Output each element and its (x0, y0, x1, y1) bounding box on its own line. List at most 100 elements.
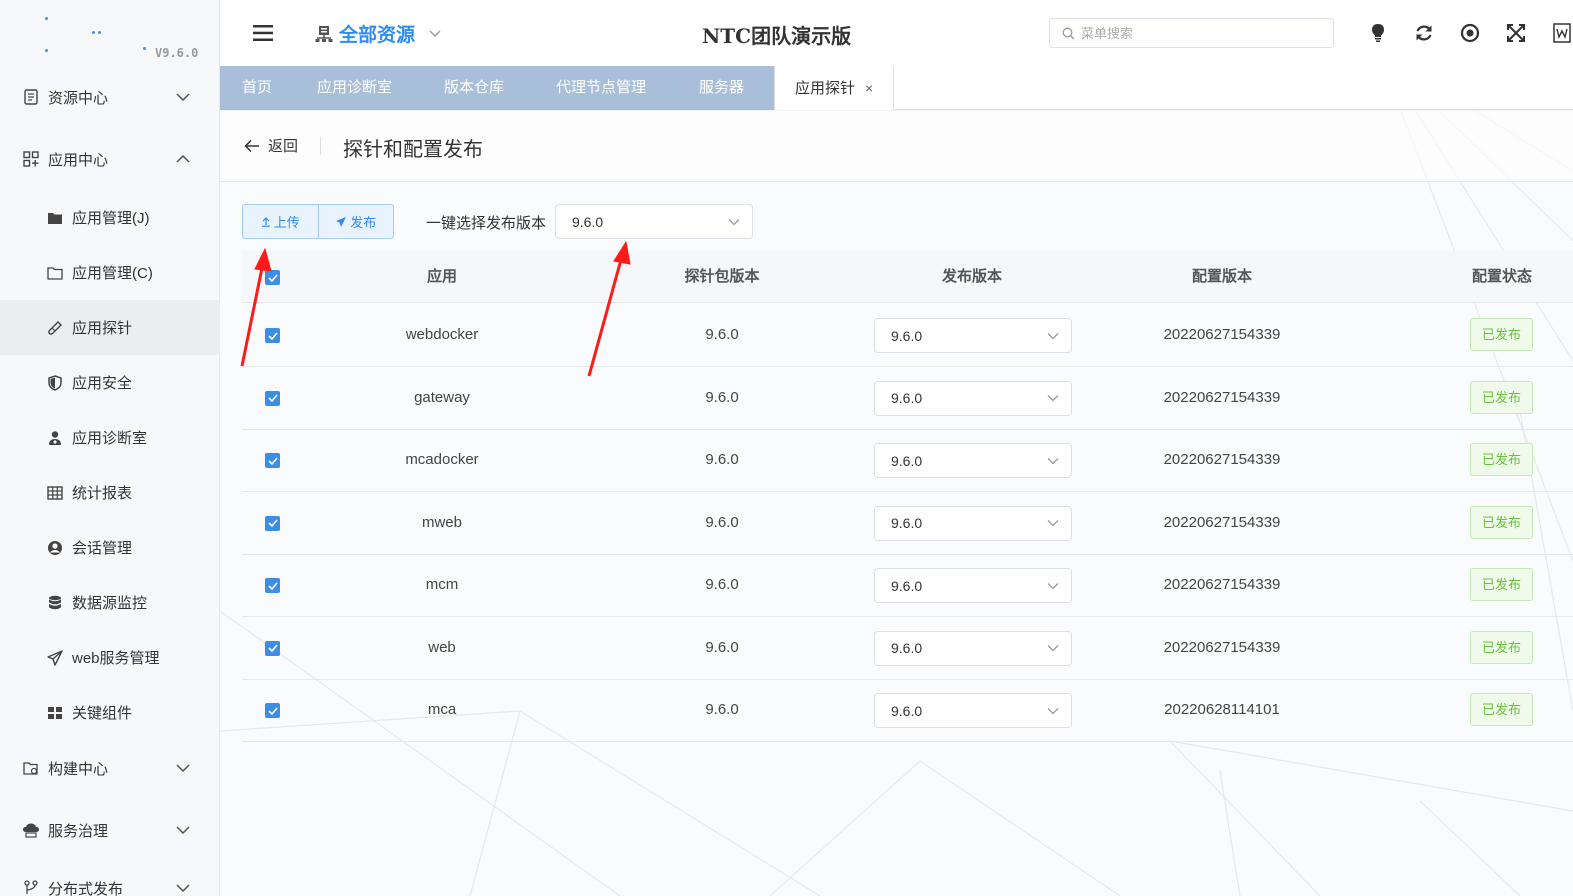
menu-distributed-publish[interactable]: 分布式发布 (0, 866, 220, 896)
fullscreen-icon[interactable] (1504, 21, 1528, 45)
cell-probe-version: 9.6.0 (705, 513, 739, 531)
chevron-down-icon (176, 826, 190, 834)
tab-label: 应用探针 (795, 80, 856, 97)
menu-app-manage-j[interactable]: 应用管理(J) (0, 190, 220, 245)
menu-search[interactable] (1049, 18, 1334, 48)
bulb-icon[interactable] (1366, 21, 1390, 45)
publish-button[interactable]: 发布 (317, 205, 394, 238)
select-value: 9.6.0 (891, 577, 923, 594)
status-badge: 已发布 (1470, 693, 1533, 726)
col-app: 应用 (426, 268, 457, 285)
hamburger-icon[interactable] (253, 24, 273, 42)
build-icon (22, 759, 40, 777)
col-config-version: 配置版本 (1191, 268, 1252, 285)
select-value: 9.6.0 (891, 327, 923, 344)
menu-label: 分布式发布 (48, 880, 124, 896)
tab-server[interactable]: 服务器 (699, 66, 744, 110)
menu-app-security[interactable]: 应用安全 (0, 355, 220, 410)
row-checkbox[interactable] (265, 703, 280, 718)
row-checkbox[interactable] (265, 453, 280, 468)
table-row: webdocker 9.6.0 9.6.0 20220627154339 已发布 (242, 304, 1573, 367)
menu-label: 关键组件 (72, 705, 133, 722)
table-row: mweb 9.6.0 9.6.0 20220627154339 已发布 (242, 492, 1573, 555)
menu-key-components[interactable]: 关键组件 (0, 685, 220, 740)
onekey-version-select[interactable]: 9.6.0 (555, 204, 753, 239)
publish-version-select[interactable]: 9.6.0 (874, 443, 1072, 478)
publish-version-select[interactable]: 9.6.0 (874, 630, 1072, 666)
upload-button[interactable]: 上传 (243, 205, 318, 238)
menu-resource-center[interactable]: 资源中心 (0, 75, 220, 119)
row-checkbox[interactable] (265, 640, 280, 656)
send-icon (336, 216, 347, 227)
target-icon[interactable] (1458, 21, 1482, 45)
doctor-icon (46, 429, 64, 447)
status-badge: 已发布 (1470, 318, 1533, 351)
table-row: web 9.6.0 9.6.0 20220627154339 已发布 (242, 617, 1573, 680)
folder-outline-icon (46, 264, 64, 282)
row-checkbox[interactable] (265, 328, 280, 343)
user-icon (46, 539, 64, 557)
table-row: mcadocker 9.6.0 9.6.0 20220627154339 已发布 (242, 429, 1573, 492)
menu-app-manage-c[interactable]: 应用管理(C) (0, 245, 220, 300)
tab-app-diagnosis[interactable]: 应用诊断室 (317, 66, 392, 110)
table-row: mca 9.6.0 9.6.0 20220628114101 已发布 (242, 679, 1573, 742)
menu-app-probe[interactable]: 应用探针 (0, 300, 220, 355)
menu-datasource[interactable]: 数据源监控 (0, 575, 220, 630)
word-doc-icon[interactable] (1550, 21, 1573, 45)
menu-session[interactable]: 会话管理 (0, 520, 220, 575)
select-value: 9.6.0 (572, 213, 604, 230)
select-value: 9.6.0 (891, 515, 923, 531)
cell-config-version: 20220627154339 (1163, 388, 1281, 406)
chevron-down-icon (1047, 457, 1059, 464)
menu-build-center[interactable]: 构建中心 (0, 746, 220, 790)
menu-label: 服务治理 (48, 822, 109, 840)
tab-version-repo[interactable]: 版本仓库 (444, 66, 504, 110)
menu-statistics[interactable]: 统计报表 (0, 465, 220, 520)
tab-home[interactable]: 首页 (242, 66, 272, 110)
database-icon (46, 594, 64, 612)
sidebar: V9.6.0 资源中心 应用中心 应用管理(J) 应用管理(C) 应用探针 应用… (0, 0, 220, 896)
cell-config-version: 20220627154339 (1163, 326, 1281, 343)
cell-app: gateway (414, 388, 470, 406)
upload-label: 上传 (273, 215, 300, 230)
status-badge: 已发布 (1470, 568, 1533, 601)
publish-version-select[interactable]: 9.6.0 (874, 568, 1072, 603)
cell-app: webdocker (405, 326, 479, 343)
refresh-icon[interactable] (1412, 21, 1436, 45)
chevron-down-icon (1047, 395, 1059, 402)
table-header: 应用 探针包版本 发布版本 配置版本 配置状态 (242, 251, 1573, 303)
menu-service-governance[interactable]: 服务治理 (0, 808, 220, 852)
back-label: 返回 (268, 138, 299, 155)
close-icon[interactable]: × (865, 66, 873, 110)
col-publish-version: 发布版本 (941, 268, 1002, 285)
menu-app-center[interactable]: 应用中心 (0, 137, 220, 181)
menu-web-service[interactable]: web服务管理 (0, 630, 220, 685)
cell-probe-version: 9.6.0 (705, 451, 739, 468)
col-probe-version: 探针包版本 (684, 268, 760, 285)
select-all-checkbox[interactable] (265, 270, 280, 285)
publish-version-select[interactable]: 9.6.0 (874, 318, 1072, 353)
row-checkbox[interactable] (265, 390, 280, 406)
menu-label: 数据源监控 (72, 595, 148, 612)
cell-config-version: 20220627154339 (1163, 576, 1281, 593)
logo: V9.6.0 (0, 0, 220, 66)
chevron-down-icon (1047, 645, 1059, 652)
row-checkbox[interactable] (265, 515, 280, 531)
menu-app-diagnosis[interactable]: 应用诊断室 (0, 410, 220, 465)
menu-label: 应用探针 (72, 320, 133, 337)
chevron-down-icon (1047, 332, 1059, 339)
tab-proxy-node[interactable]: 代理节点管理 (556, 66, 646, 110)
publish-version-select[interactable]: 9.6.0 (874, 505, 1072, 541)
publish-version-select[interactable]: 9.6.0 (874, 380, 1072, 416)
chevron-down-icon (1047, 582, 1059, 589)
publish-version-select[interactable]: 9.6.0 (874, 693, 1072, 728)
cloud-icon (22, 821, 40, 839)
resource-select[interactable]: 全部资源 (315, 20, 441, 47)
search-input[interactable] (1081, 25, 1321, 41)
back-button[interactable]: 返回 (244, 135, 298, 156)
chevron-down-icon (176, 764, 190, 772)
cell-config-version: 20220627154339 (1163, 513, 1281, 531)
row-checkbox[interactable] (265, 578, 280, 593)
tab-app-probe[interactable]: 应用探针 × (774, 66, 895, 110)
table-icon (46, 484, 64, 502)
